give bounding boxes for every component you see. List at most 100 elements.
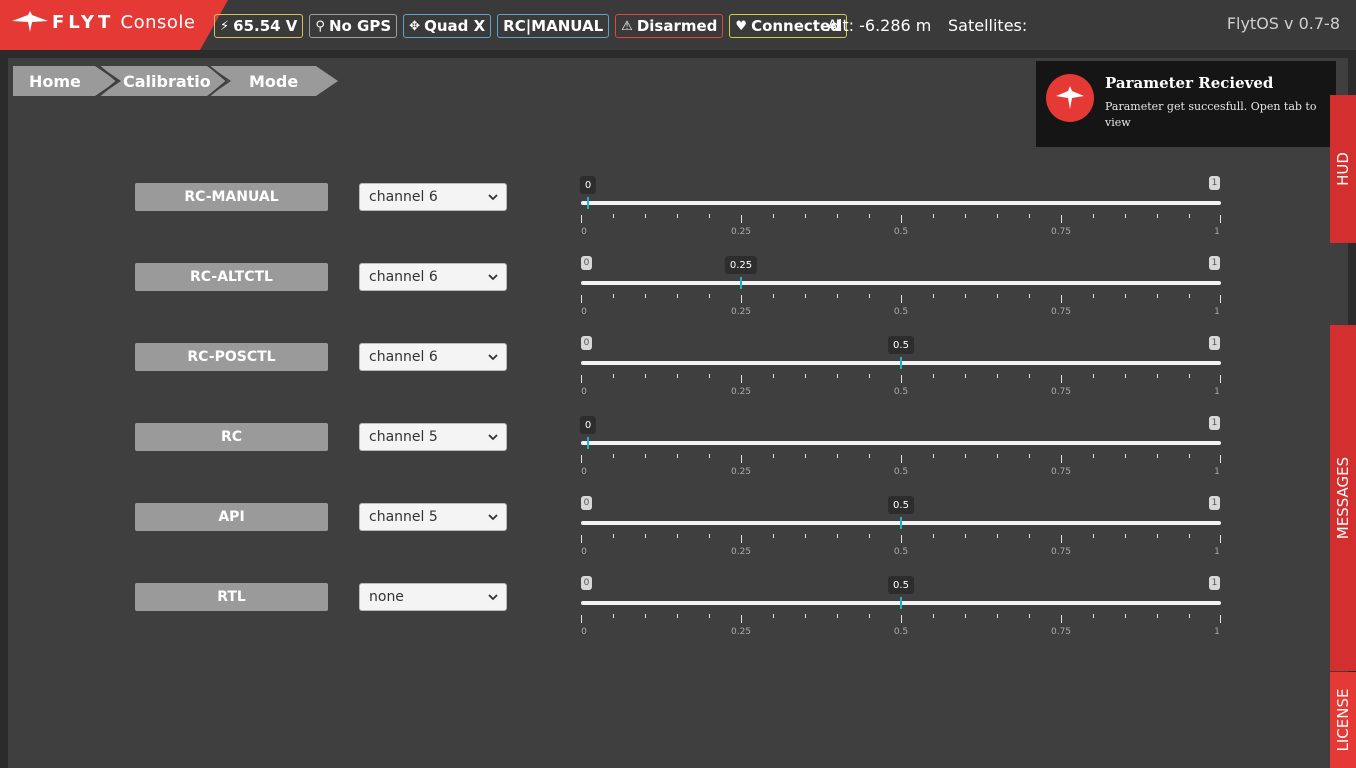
side-tab-license[interactable]: LICENSE (1330, 672, 1356, 768)
slider-tick (1189, 534, 1190, 538)
slider-tick-label: 0.25 (730, 227, 752, 237)
flyt-logo-icon (12, 11, 48, 32)
slider-tick-label: 0.75 (1050, 387, 1072, 397)
app-title: FLYT Console (52, 12, 196, 33)
slider-tick (709, 214, 710, 218)
mode-value: RC|MANUAL (503, 17, 604, 35)
chevron-down-icon (488, 354, 498, 361)
mode-range-slider[interactable]: 1 0 0 0.25 0.5 0.75 1 (579, 416, 1221, 483)
slider-tick (773, 214, 774, 218)
slider-tick-label: 0.25 (730, 467, 752, 477)
slider-tick (677, 534, 678, 538)
slider-tick (1029, 214, 1030, 218)
slider-tick (869, 454, 870, 458)
slider-tick (677, 374, 678, 378)
channel-select[interactable]: channel 5 (359, 503, 507, 531)
heart-icon: ♥ (735, 18, 748, 34)
slider-max-label: 1 (1209, 576, 1220, 590)
slider-tick (997, 534, 998, 538)
slider-tick-label: 0.75 (1050, 467, 1072, 477)
slider-handle[interactable] (900, 517, 902, 529)
slider-tick (1029, 294, 1030, 298)
slider-tick (773, 374, 774, 378)
slider-tick (1093, 294, 1094, 298)
top-bar: FLYT Console ⚡ 65.54 V ⚲ No GPS ✥ Quad X… (0, 0, 1356, 50)
slider-tick (1061, 455, 1062, 463)
slider-tick (869, 374, 870, 378)
mode-label: RC-ALTCTL (135, 263, 328, 291)
slider-tick-label: 0 (581, 627, 587, 637)
slider-tick (1125, 214, 1126, 218)
slider-track[interactable] (581, 441, 1221, 445)
slider-tick (1061, 615, 1062, 623)
slider-tick-label: 0 (581, 467, 587, 477)
channel-select[interactable]: channel 5 (359, 423, 507, 451)
mode-row: RC-ALTCTL channel 6 0 1 0.25 0 0.25 0.5 0.75 1 (0, 256, 1340, 323)
slider-tick (805, 214, 806, 218)
slider-tick (901, 455, 902, 463)
slider-handle[interactable] (900, 357, 902, 369)
gps-value: No GPS (328, 17, 392, 35)
channel-select[interactable]: none (359, 583, 507, 611)
app-logo[interactable]: FLYT Console (0, 0, 228, 50)
mode-range-slider[interactable]: 1 0 0 0.25 0.5 0.75 1 (579, 176, 1221, 243)
slider-tick-label: 1 (1214, 227, 1220, 237)
slider-handle[interactable] (740, 277, 742, 289)
mode-range-slider[interactable]: 0 1 0.25 0 0.25 0.5 0.75 1 (581, 256, 1221, 323)
slider-tick (1125, 534, 1126, 538)
slider-tick (773, 534, 774, 538)
side-tab-hud[interactable]: HUD (1330, 95, 1356, 243)
mode-label: RC-MANUAL (135, 183, 328, 211)
slider-tick (741, 615, 742, 623)
slider-track[interactable] (581, 201, 1221, 205)
slider-tick (1220, 455, 1221, 463)
slider-tick (677, 214, 678, 218)
slider-tick (965, 614, 966, 618)
slider-tick (709, 294, 710, 298)
slider-tick (901, 615, 902, 623)
slider-min-label: 0 (581, 336, 592, 350)
slider-tick (965, 454, 966, 458)
channel-select-value: channel 6 (369, 189, 438, 205)
slider-tick (901, 215, 902, 223)
chevron-down-icon (488, 274, 498, 281)
notification-toast[interactable]: Parameter Recieved Parameter get succesf… (1036, 61, 1336, 147)
slider-tick-label: 0.75 (1050, 627, 1072, 637)
slider-tick (1220, 375, 1221, 383)
channel-select[interactable]: channel 6 (359, 343, 507, 371)
slider-tick (965, 374, 966, 378)
mode-range-slider[interactable]: 0 1 0.5 0 0.25 0.5 0.75 1 (581, 336, 1221, 403)
slider-value-bubble: 0.25 (724, 256, 758, 274)
side-tab-messages[interactable]: MESSAGES (1330, 325, 1356, 671)
slider-tick (997, 294, 998, 298)
slider-tick (645, 374, 646, 378)
slider-tick (613, 214, 614, 218)
slider-min-label: 0 (581, 256, 592, 270)
mode-range-slider[interactable]: 0 1 0.5 0 0.25 0.5 0.75 1 (581, 576, 1221, 643)
slider-tick (837, 374, 838, 378)
slider-tick (933, 614, 934, 618)
slider-handle[interactable] (587, 437, 589, 449)
slider-value-bubble: 0.5 (888, 576, 914, 594)
voltage-value: 65.54 V (233, 17, 298, 35)
slider-tick-label: 0.5 (893, 307, 909, 317)
slider-value-bubble: 0.5 (888, 336, 914, 354)
slider-tick (645, 294, 646, 298)
channel-select[interactable]: channel 6 (359, 263, 507, 291)
slider-tick-label: 0.5 (893, 387, 909, 397)
slider-handle[interactable] (900, 597, 902, 609)
map-pin-icon: ⚲ (315, 18, 325, 34)
channel-select-value: channel 5 (369, 509, 438, 525)
slider-tick (869, 614, 870, 618)
mode-row: RTL none 0 1 0.5 0 0.25 0.5 0.75 1 (0, 576, 1340, 643)
channel-select[interactable]: channel 6 (359, 183, 507, 211)
slider-track[interactable] (581, 281, 1221, 285)
slider-max-label: 1 (1209, 496, 1220, 510)
slider-tick (645, 614, 646, 618)
slider-tick (901, 535, 902, 543)
slider-tick (997, 454, 998, 458)
slider-handle[interactable] (587, 197, 589, 209)
flyt-logo-icon (1046, 74, 1094, 122)
mode-range-slider[interactable]: 0 1 0.5 0 0.25 0.5 0.75 1 (581, 496, 1221, 563)
mode-label: RC-POSCTL (135, 343, 328, 371)
